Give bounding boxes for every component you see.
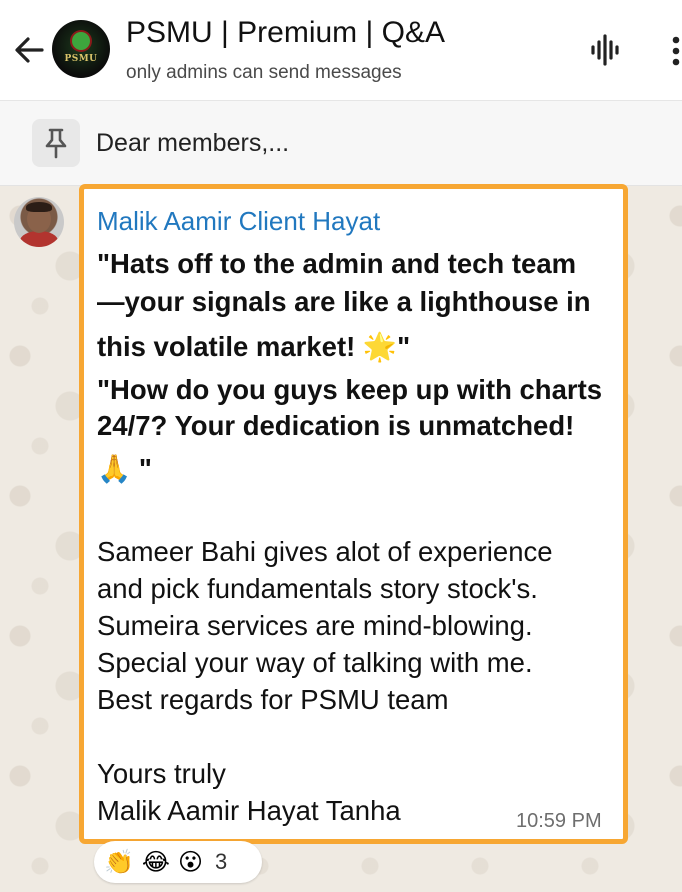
chat-subtitle: only admins can send messages — [126, 62, 402, 83]
back-button[interactable] — [12, 30, 48, 70]
message-line: Malik Aamir Hayat Tanha — [97, 795, 401, 826]
message-bubble[interactable] — [79, 184, 628, 844]
message-timestamp: 10:59 PM — [516, 810, 602, 832]
pin-icon — [32, 119, 80, 167]
more-vertical-icon — [672, 36, 680, 66]
message-line: Sameer Bahi gives alot of experience — [97, 536, 553, 567]
message-line: Yours truly — [97, 758, 226, 789]
message-line: 🙏 " — [97, 453, 152, 484]
chat-header: PSMU PSMU | Premium | Q&A only admins ca… — [0, 0, 682, 101]
pinned-message-bar[interactable]: Dear members,... — [0, 101, 682, 186]
surprised-face-icon: 😮 — [177, 848, 203, 876]
clapping-hands-icon: 👏 — [104, 848, 134, 876]
message-line: Special your way of talking with me. — [97, 647, 533, 678]
voice-chat-button[interactable] — [588, 32, 624, 68]
message-line: 24/7? Your dedication is unmatched! — [97, 410, 575, 441]
chat-screen: PSMU PSMU | Premium | Q&A only admins ca… — [0, 0, 682, 892]
voice-waveform-icon — [591, 34, 619, 66]
pinned-message-text: Dear members,... — [96, 129, 290, 157]
sender-name[interactable]: Malik Aamir Client Hayat — [97, 206, 380, 237]
group-logo-icon — [72, 32, 90, 50]
reactions-pill[interactable]: 👏 😂 😮 3 — [94, 841, 262, 883]
message-line: this volatile market! 🌟" — [97, 331, 411, 362]
more-options-button[interactable] — [664, 32, 682, 70]
message-line: and pick fundamentals story stock's. — [97, 573, 538, 604]
chat-title[interactable]: PSMU | Premium | Q&A — [126, 16, 445, 50]
arrow-left-icon — [15, 37, 44, 63]
group-logo-text: PSMU — [64, 54, 98, 64]
message-line: —your signals are like a lighthouse in — [97, 286, 591, 317]
reaction-count: 3 — [214, 849, 228, 874]
message-line: Best regards for PSMU team — [97, 684, 449, 715]
group-avatar[interactable]: PSMU — [52, 20, 110, 78]
message-line: Sumeira services are mind-blowing. — [97, 610, 533, 641]
tears-of-joy-icon: 😂 — [141, 848, 170, 876]
message-line: "Hats off to the admin and tech team — [97, 248, 577, 279]
sender-avatar[interactable] — [14, 197, 64, 247]
message-line: "How do you guys keep up with charts — [97, 374, 603, 405]
